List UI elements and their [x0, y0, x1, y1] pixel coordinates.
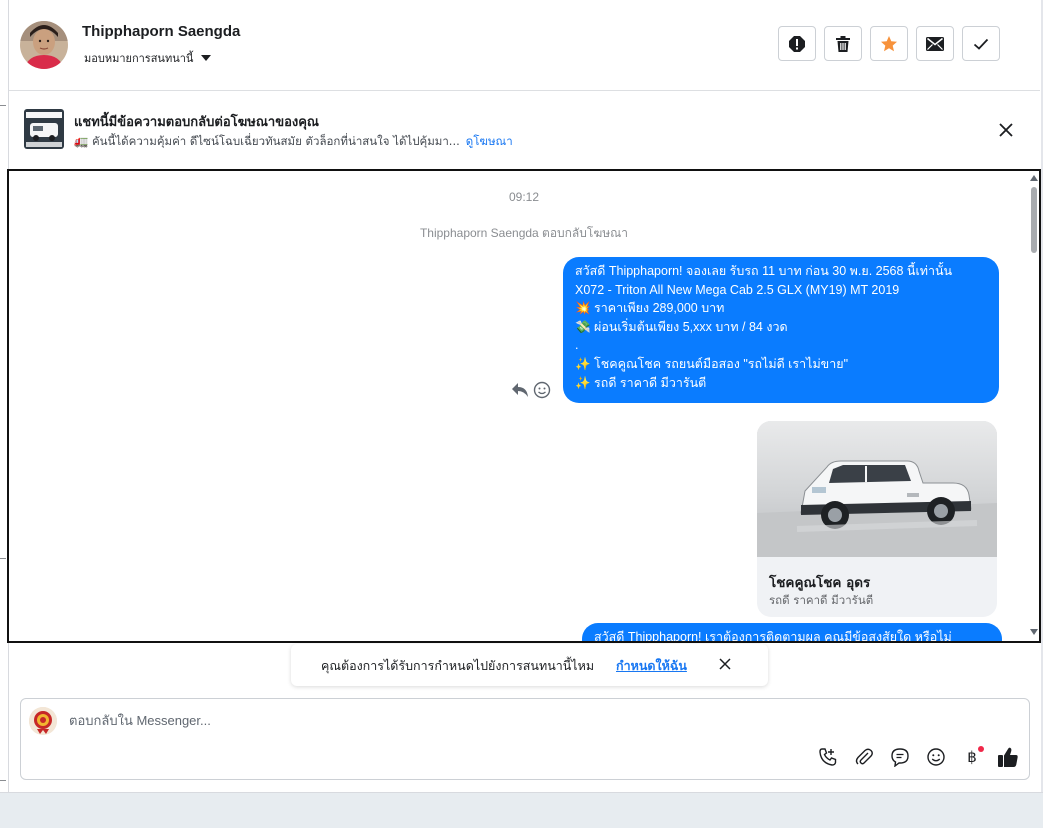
view-ad-link[interactable]: ดูโฆษณา — [466, 134, 513, 148]
assign-conversation-dropdown[interactable]: มอบหมายการสนทนานี้ — [84, 49, 212, 67]
trash-icon — [836, 35, 850, 52]
ad-card-title: โชคคูณโชค อุดร — [769, 575, 871, 591]
reply-icon[interactable] — [511, 382, 529, 398]
payment-button[interactable]: ฿ — [960, 745, 984, 769]
close-icon — [719, 658, 731, 670]
delete-button[interactable] — [824, 26, 862, 61]
conversation-header: Thipphaporn Saengda มอบหมายการสนทนานี้ — [9, 0, 1040, 91]
baht-icon: ฿ — [967, 748, 977, 766]
call-icon — [819, 748, 837, 766]
thread-scrollbar[interactable] — [1028, 171, 1039, 641]
close-icon — [999, 123, 1013, 137]
notification-dot — [978, 746, 984, 752]
chevron-down-icon — [201, 55, 212, 61]
header-actions — [778, 26, 1000, 61]
scrollbar-thumb[interactable] — [1031, 187, 1037, 253]
message-actions — [511, 381, 551, 399]
ad-card[interactable]: โชคคูณโชค อุดร รถดี ราคาดี มีวารันตี — [757, 421, 997, 617]
attach-icon — [855, 748, 873, 765]
like-icon — [998, 747, 1018, 767]
check-icon — [973, 38, 989, 50]
call-button[interactable] — [816, 745, 840, 769]
emoji-button[interactable] — [924, 745, 948, 769]
assign-to-me-link[interactable]: กำหนดให้ฉัน — [616, 656, 687, 676]
mark-done-button[interactable] — [962, 26, 1000, 61]
composer-tools: ฿ — [816, 745, 1020, 769]
message-line: สวัสดี Thipphaporn! จองเลย รับรถ 11 บาท … — [575, 264, 953, 278]
outgoing-message-bubble[interactable]: สวัสดี Thipphaporn! เราต้องการติดตามผล ค… — [582, 623, 1002, 643]
message-timestamp: 09:12 — [508, 190, 540, 204]
mark-unread-button[interactable] — [916, 26, 954, 61]
spam-icon — [789, 35, 805, 52]
scroll-down-icon[interactable] — [1030, 629, 1038, 635]
react-emoji-icon[interactable] — [533, 381, 551, 399]
reminder-text: คุณต้องการได้รับการกำหนดไปยังการสนทนานี้… — [321, 658, 595, 673]
ad-banner-subtitle: 🚛 คันนี้ได้ความคุ้มค่า ดีไซน์โฉบเฉี่ยวทั… — [74, 133, 513, 151]
message-line: ✨ โชคคูณโชค รถยนต์มือสอง "รถไม่ดี เราไม่… — [575, 356, 849, 371]
message-line: 💸 ผ่อนเริ่มต้นเพียง 5,xxx บาท / 84 งวด — [575, 319, 788, 334]
contact-avatar[interactable] — [20, 21, 68, 69]
vehicle-photo — [757, 421, 997, 557]
edge-tick — [0, 558, 6, 559]
ad-reply-note: Thipphaporn Saengda ตอบกลับโฆษณา — [419, 226, 629, 240]
emoji-icon — [927, 748, 945, 766]
saved-replies-button[interactable] — [888, 745, 912, 769]
close-reminder-button[interactable] — [717, 656, 733, 672]
assign-label: มอบหมายการสนทนานี้ — [84, 52, 194, 65]
edge-tick — [0, 105, 6, 106]
message-line: ✨ รถดี ราคาดี มีวารันตี — [575, 375, 707, 390]
contact-name: Thipphaporn Saengda — [82, 23, 241, 40]
message-composer: ฿ — [20, 698, 1030, 780]
outgoing-message-bubble[interactable]: สวัสดี Thipphaporn! จองเลย รับรถ 11 บาท … — [563, 257, 999, 403]
page-avatar — [29, 707, 57, 735]
ad-banner-title: แชทนี้มีข้อความตอบกลับต่อโฆษณาของคุณ — [74, 115, 319, 130]
assign-reminder-toast: คุณต้องการได้รับการกำหนดไปยังการสนทนานี้… — [291, 644, 768, 686]
message-line: X072 - Triton All New Mega Cab 2.5 GLX (… — [575, 282, 900, 297]
reply-input[interactable] — [69, 713, 769, 728]
close-banner-button[interactable] — [996, 120, 1016, 140]
star-button[interactable] — [870, 26, 908, 61]
star-icon — [881, 35, 897, 51]
window-bottom-strip — [0, 792, 1043, 828]
mark-spam-button[interactable] — [778, 26, 816, 61]
ad-description: 🚛 คันนี้ได้ความคุ้มค่า ดีไซน์โฉบเฉี่ยวทั… — [74, 134, 460, 148]
message-line: . — [575, 338, 579, 353]
edge-tick — [0, 780, 6, 781]
message-line: สวัสดี Thipphaporn! เราต้องการติดตามผล ค… — [594, 630, 952, 643]
attach-button[interactable] — [852, 745, 876, 769]
ad-reply-banner: แชทนี้มีข้อความตอบกลับต่อโฆษณาของคุณ 🚛 ค… — [9, 91, 1040, 167]
like-button[interactable] — [996, 745, 1020, 769]
ad-thumbnail[interactable] — [24, 109, 64, 149]
saved-reply-icon — [891, 748, 909, 767]
ad-card-subtitle: รถดี ราคาดี มีวารันตี — [769, 593, 874, 607]
mail-icon — [926, 36, 944, 51]
message-line: 💥 ราคาเพียง 289,000 บาท — [575, 301, 725, 316]
scroll-up-icon[interactable] — [1030, 175, 1038, 181]
message-thread[interactable]: 09:12 Thipphaporn Saengda ตอบกลับโฆษณา ส… — [7, 169, 1041, 643]
